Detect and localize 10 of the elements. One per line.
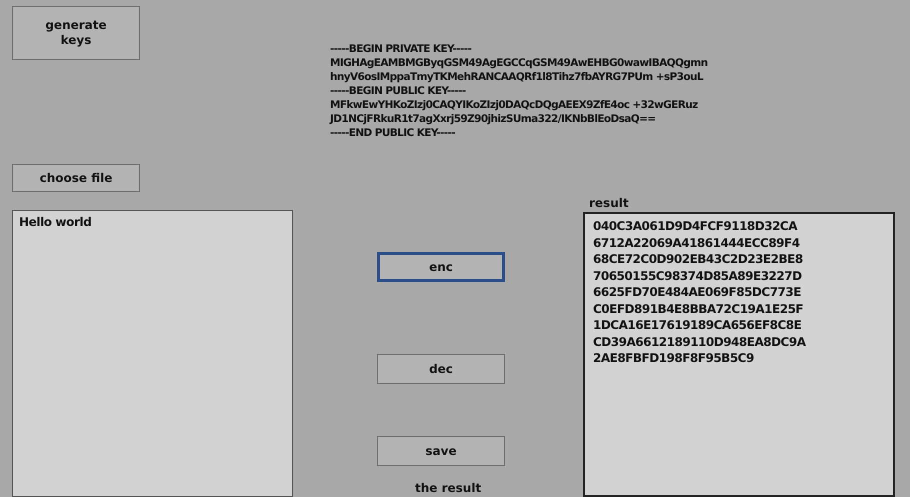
result-text-area[interactable]: 040C3A061D9D4FCF9118D32CA 6712A22069A41861444ECC89F4 68CE72C0D902EB43C2D23E2BE8 70650155C98374D85A89E3227D 6625FD70E484AE069F85DC773E C0EFD891B4E8BBA72C19A1E25F 1DCA16E17619189CA656EF8C8E CD39A6612189110D948EA8DC9A 2AE8FBFD198F8F95B5C9	[583, 212, 895, 497]
result-label: result	[589, 196, 630, 212]
save-button[interactable]: save	[377, 436, 505, 466]
choose-file-button[interactable]: choose file	[12, 164, 140, 192]
result-caption: the result	[415, 481, 482, 495]
input-text-area[interactable]: Hello world	[12, 210, 293, 497]
generate-keys-button[interactable]: generate keys	[12, 6, 140, 60]
key-text: -----BEGIN PRIVATE KEY----- MIGHAgEAMBMGByqGSM49AgEGCCqGSM49AwEHBG0wawIBAQQgmn hnyV6osIMppaTmyTKMehRANCAAQRf1l8Tihz7fbAYRG7PUm +sP3ouL -----BEGIN PUBLIC KEY----- MFkwEwYHKoZIzj0CAQYIKoZIzj0DAQcDQgAEEX9ZfE4oc +32wGERuz JD1NCjFRkuR1t7agXxrj59Z90jhizSUma322/IKNbBlEoDsaQ== -----END PUBLIC KEY-----	[330, 42, 708, 140]
decrypt-button[interactable]: dec	[377, 354, 505, 384]
encrypt-button[interactable]: enc	[377, 252, 505, 282]
